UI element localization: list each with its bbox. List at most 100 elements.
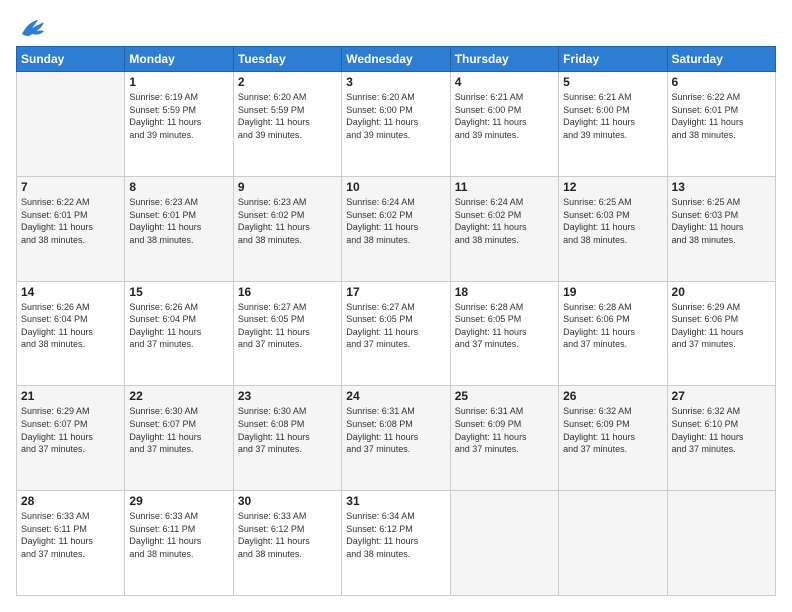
day-info: Sunrise: 6:26 AM Sunset: 6:04 PM Dayligh… bbox=[21, 301, 120, 351]
calendar-cell bbox=[559, 491, 667, 596]
calendar-week-row: 21 Sunrise: 6:29 AM Sunset: 6:07 PM Dayli… bbox=[17, 386, 776, 491]
calendar-cell: 10 Sunrise: 6:24 AM Sunset: 6:02 PM Dayli… bbox=[342, 176, 450, 281]
day-info: Sunrise: 6:19 AM Sunset: 5:59 PM Dayligh… bbox=[129, 91, 228, 141]
calendar-cell: 1Sunrise: 6:19 AM Sunset: 5:59 PM Daylig… bbox=[125, 72, 233, 177]
day-number: 4 bbox=[455, 75, 554, 89]
header bbox=[16, 16, 776, 36]
day-info: Sunrise: 6:20 AM Sunset: 5:59 PM Dayligh… bbox=[238, 91, 337, 141]
day-info: Sunrise: 6:21 AM Sunset: 6:00 PM Dayligh… bbox=[563, 91, 662, 141]
day-info: Sunrise: 6:31 AM Sunset: 6:08 PM Dayligh… bbox=[346, 405, 445, 455]
day-number: 2 bbox=[238, 75, 337, 89]
day-number: 28 bbox=[21, 494, 120, 508]
day-number: 22 bbox=[129, 389, 228, 403]
weekday-header: Wednesday bbox=[342, 47, 450, 72]
day-number: 6 bbox=[672, 75, 771, 89]
calendar-cell: 12Sunrise: 6:25 AM Sunset: 6:03 PM Dayli… bbox=[559, 176, 667, 281]
logo-bird-icon bbox=[18, 18, 46, 40]
day-info: Sunrise: 6:24 AM Sunset: 6:02 PM Dayligh… bbox=[346, 196, 445, 246]
day-number: 21 bbox=[21, 389, 120, 403]
day-number: 25 bbox=[455, 389, 554, 403]
calendar-cell: 2 Sunrise: 6:20 AM Sunset: 5:59 PM Daylig… bbox=[233, 72, 341, 177]
day-number: 17 bbox=[346, 285, 445, 299]
day-info: Sunrise: 6:27 AM Sunset: 6:05 PM Dayligh… bbox=[346, 301, 445, 351]
weekday-header: Thursday bbox=[450, 47, 558, 72]
calendar-cell: 24 Sunrise: 6:31 AM Sunset: 6:08 PM Dayli… bbox=[342, 386, 450, 491]
day-info: Sunrise: 6:22 AM Sunset: 6:01 PM Dayligh… bbox=[21, 196, 120, 246]
weekday-header: Monday bbox=[125, 47, 233, 72]
day-number: 24 bbox=[346, 389, 445, 403]
day-info: Sunrise: 6:28 AM Sunset: 6:06 PM Dayligh… bbox=[563, 301, 662, 351]
calendar-week-row: 28 Sunrise: 6:33 AM Sunset: 6:11 PM Dayli… bbox=[17, 491, 776, 596]
day-info: Sunrise: 6:31 AM Sunset: 6:09 PM Dayligh… bbox=[455, 405, 554, 455]
day-number: 30 bbox=[238, 494, 337, 508]
calendar-cell: 3Sunrise: 6:20 AM Sunset: 6:00 PM Daylig… bbox=[342, 72, 450, 177]
day-number: 9 bbox=[238, 180, 337, 194]
day-number: 31 bbox=[346, 494, 445, 508]
day-number: 10 bbox=[346, 180, 445, 194]
calendar-cell: 9 Sunrise: 6:23 AM Sunset: 6:02 PM Daylig… bbox=[233, 176, 341, 281]
day-number: 5 bbox=[563, 75, 662, 89]
weekday-header: Tuesday bbox=[233, 47, 341, 72]
calendar-cell: 14 Sunrise: 6:26 AM Sunset: 6:04 PM Dayli… bbox=[17, 281, 125, 386]
calendar-cell: 15Sunrise: 6:26 AM Sunset: 6:04 PM Dayli… bbox=[125, 281, 233, 386]
calendar-cell bbox=[17, 72, 125, 177]
calendar-cell: 7 Sunrise: 6:22 AM Sunset: 6:01 PM Daylig… bbox=[17, 176, 125, 281]
day-info: Sunrise: 6:24 AM Sunset: 6:02 PM Dayligh… bbox=[455, 196, 554, 246]
calendar-cell: 4 Sunrise: 6:21 AM Sunset: 6:00 PM Daylig… bbox=[450, 72, 558, 177]
day-info: Sunrise: 6:28 AM Sunset: 6:05 PM Dayligh… bbox=[455, 301, 554, 351]
calendar-cell: 18Sunrise: 6:28 AM Sunset: 6:05 PM Dayli… bbox=[450, 281, 558, 386]
calendar-cell: 21 Sunrise: 6:29 AM Sunset: 6:07 PM Dayli… bbox=[17, 386, 125, 491]
calendar-header-row: SundayMondayTuesdayWednesdayThursdayFrid… bbox=[17, 47, 776, 72]
day-info: Sunrise: 6:29 AM Sunset: 6:07 PM Dayligh… bbox=[21, 405, 120, 455]
calendar-cell: 26 Sunrise: 6:32 AM Sunset: 6:09 PM Dayli… bbox=[559, 386, 667, 491]
day-info: Sunrise: 6:33 AM Sunset: 6:12 PM Dayligh… bbox=[238, 510, 337, 560]
day-number: 20 bbox=[672, 285, 771, 299]
logo bbox=[16, 16, 46, 36]
day-number: 27 bbox=[672, 389, 771, 403]
calendar-cell: 17 Sunrise: 6:27 AM Sunset: 6:05 PM Dayli… bbox=[342, 281, 450, 386]
day-number: 19 bbox=[563, 285, 662, 299]
day-info: Sunrise: 6:23 AM Sunset: 6:02 PM Dayligh… bbox=[238, 196, 337, 246]
day-number: 26 bbox=[563, 389, 662, 403]
day-info: Sunrise: 6:23 AM Sunset: 6:01 PM Dayligh… bbox=[129, 196, 228, 246]
day-info: Sunrise: 6:33 AM Sunset: 6:11 PM Dayligh… bbox=[129, 510, 228, 560]
day-number: 8 bbox=[129, 180, 228, 194]
day-info: Sunrise: 6:34 AM Sunset: 6:12 PM Dayligh… bbox=[346, 510, 445, 560]
calendar-cell: 29 Sunrise: 6:33 AM Sunset: 6:11 PM Dayli… bbox=[125, 491, 233, 596]
day-number: 29 bbox=[129, 494, 228, 508]
day-number: 15 bbox=[129, 285, 228, 299]
calendar-cell: 16Sunrise: 6:27 AM Sunset: 6:05 PM Dayli… bbox=[233, 281, 341, 386]
day-info: Sunrise: 6:25 AM Sunset: 6:03 PM Dayligh… bbox=[672, 196, 771, 246]
calendar-cell: 28 Sunrise: 6:33 AM Sunset: 6:11 PM Dayli… bbox=[17, 491, 125, 596]
day-number: 16 bbox=[238, 285, 337, 299]
calendar-table: SundayMondayTuesdayWednesdayThursdayFrid… bbox=[16, 46, 776, 596]
weekday-header: Saturday bbox=[667, 47, 775, 72]
calendar-cell: 25 Sunrise: 6:31 AM Sunset: 6:09 PM Dayli… bbox=[450, 386, 558, 491]
day-number: 12 bbox=[563, 180, 662, 194]
calendar-cell: 11Sunrise: 6:24 AM Sunset: 6:02 PM Dayli… bbox=[450, 176, 558, 281]
page: SundayMondayTuesdayWednesdayThursdayFrid… bbox=[0, 0, 792, 612]
calendar-cell: 5 Sunrise: 6:21 AM Sunset: 6:00 PM Daylig… bbox=[559, 72, 667, 177]
day-info: Sunrise: 6:33 AM Sunset: 6:11 PM Dayligh… bbox=[21, 510, 120, 560]
day-number: 3 bbox=[346, 75, 445, 89]
calendar-cell: 30 Sunrise: 6:33 AM Sunset: 6:12 PM Dayli… bbox=[233, 491, 341, 596]
weekday-header: Friday bbox=[559, 47, 667, 72]
day-info: Sunrise: 6:22 AM Sunset: 6:01 PM Dayligh… bbox=[672, 91, 771, 141]
calendar-week-row: 7 Sunrise: 6:22 AM Sunset: 6:01 PM Daylig… bbox=[17, 176, 776, 281]
day-info: Sunrise: 6:32 AM Sunset: 6:09 PM Dayligh… bbox=[563, 405, 662, 455]
calendar-week-row: 14 Sunrise: 6:26 AM Sunset: 6:04 PM Dayli… bbox=[17, 281, 776, 386]
day-number: 7 bbox=[21, 180, 120, 194]
calendar-cell bbox=[667, 491, 775, 596]
calendar-cell: 13 Sunrise: 6:25 AM Sunset: 6:03 PM Dayli… bbox=[667, 176, 775, 281]
day-info: Sunrise: 6:30 AM Sunset: 6:07 PM Dayligh… bbox=[129, 405, 228, 455]
day-info: Sunrise: 6:32 AM Sunset: 6:10 PM Dayligh… bbox=[672, 405, 771, 455]
day-info: Sunrise: 6:29 AM Sunset: 6:06 PM Dayligh… bbox=[672, 301, 771, 351]
day-number: 13 bbox=[672, 180, 771, 194]
day-number: 14 bbox=[21, 285, 120, 299]
weekday-header: Sunday bbox=[17, 47, 125, 72]
calendar-cell: 6 Sunrise: 6:22 AM Sunset: 6:01 PM Daylig… bbox=[667, 72, 775, 177]
calendar-cell: 27 Sunrise: 6:32 AM Sunset: 6:10 PM Dayli… bbox=[667, 386, 775, 491]
day-info: Sunrise: 6:21 AM Sunset: 6:00 PM Dayligh… bbox=[455, 91, 554, 141]
calendar-cell: 22 Sunrise: 6:30 AM Sunset: 6:07 PM Dayli… bbox=[125, 386, 233, 491]
calendar-cell: 31 Sunrise: 6:34 AM Sunset: 6:12 PM Dayli… bbox=[342, 491, 450, 596]
